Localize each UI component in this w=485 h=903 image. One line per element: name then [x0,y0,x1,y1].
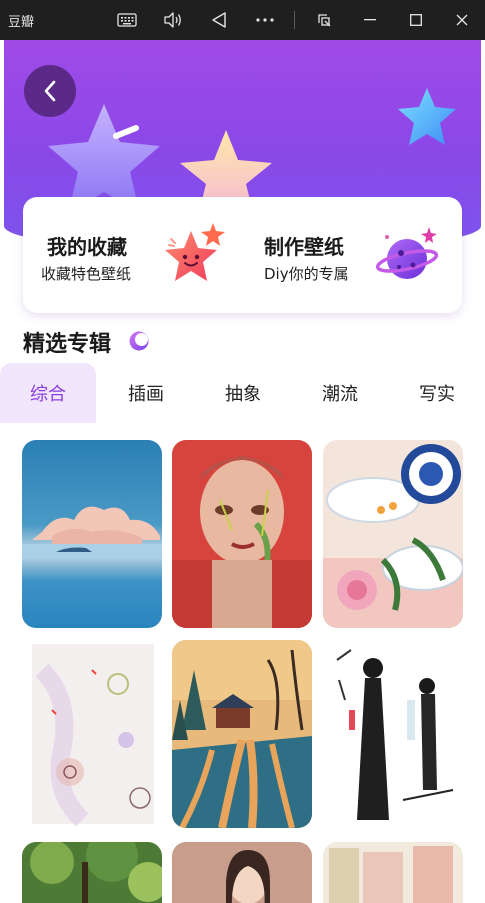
favorites-subtitle: 收藏特色壁纸 [41,265,132,283]
keyboard-icon[interactable] [104,0,150,40]
favorites-title: 我的收藏 [47,235,127,259]
titlebar-divider [294,11,295,29]
wallpaper-anime-girl-portrait[interactable] [172,842,312,903]
wallpaper-painted-face-portrait[interactable] [172,440,312,628]
feature-card: 我的收藏 收藏特色壁纸 制作壁纸 Diy你的专属 [23,197,462,313]
tab-realistic[interactable]: 写实 [389,363,485,423]
make-wallpaper-subtitle: Diy你的专属 [264,265,349,283]
close-icon[interactable] [439,0,485,40]
wallpaper-snowy-road-village[interactable] [172,640,312,828]
snap-icon[interactable] [301,0,347,40]
app-title: 豆瓣 [8,14,35,30]
wallpaper-abstract-watercolor[interactable] [22,640,162,828]
volume-icon[interactable] [150,0,196,40]
moon-icon [129,331,149,351]
window-titlebar: 豆瓣 [0,0,485,40]
smiling-star-icon [165,223,225,281]
wallpaper-whale-in-sea[interactable] [22,440,162,628]
tab-illustration[interactable]: 插画 [98,363,194,423]
chevron-left-icon [44,80,56,102]
blue-star-decoration [398,88,456,145]
tab-trend[interactable]: 潮流 [292,363,388,423]
tab-abstract[interactable]: 抽象 [195,363,291,423]
wallpaper-ink-sketch-couple[interactable] [323,640,463,828]
make-wallpaper-button[interactable]: 制作壁纸 Diy你的专属 [243,197,462,313]
my-favorites-button[interactable]: 我的收藏 收藏特色壁纸 [23,197,243,313]
make-wallpaper-title: 制作壁纸 [264,235,344,259]
back-triangle-icon[interactable] [196,0,242,40]
wallpaper-pastel-abstract[interactable] [323,842,463,903]
section-title: 精选专辑 [23,332,112,357]
minimize-icon[interactable] [347,0,393,40]
wallpaper-green-forest[interactable] [22,842,162,903]
back-button[interactable] [24,65,76,117]
planet-icon [375,227,439,279]
more-icon[interactable] [242,0,288,40]
wallpaper-porcelain-bowls-flowers[interactable] [323,440,463,628]
tab-comprehensive[interactable]: 综合 [0,363,96,423]
maximize-icon[interactable] [393,0,439,40]
category-tabs: 综合 插画 抽象 潮流 写实 [0,363,485,423]
